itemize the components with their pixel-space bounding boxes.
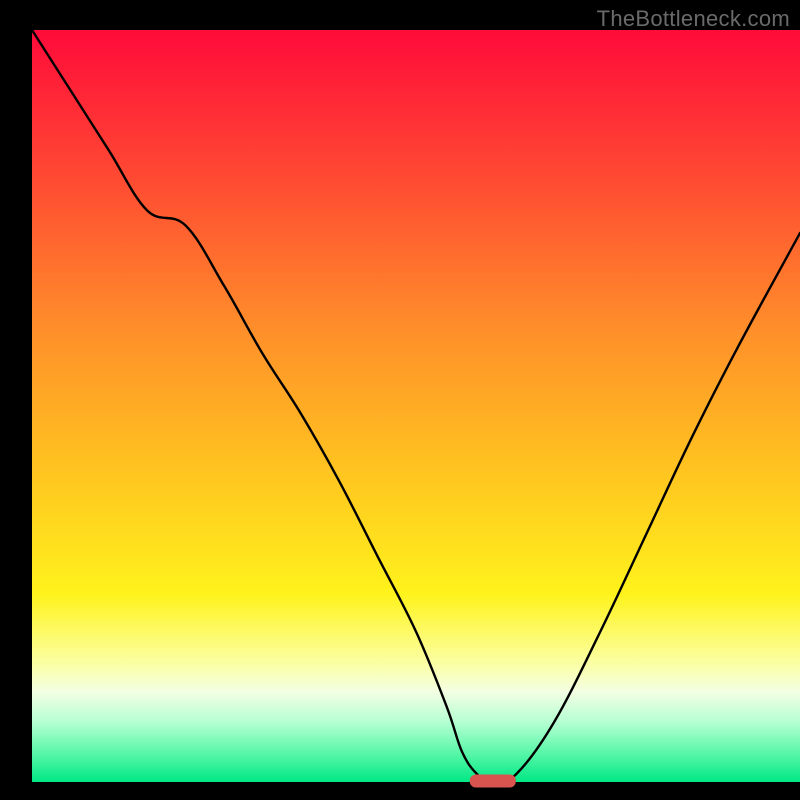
watermark-text: TheBottleneck.com [597,6,790,32]
plot-background [32,30,800,782]
bottleneck-chart [0,0,800,800]
chart-frame: TheBottleneck.com [0,0,800,800]
min-marker [470,775,516,788]
